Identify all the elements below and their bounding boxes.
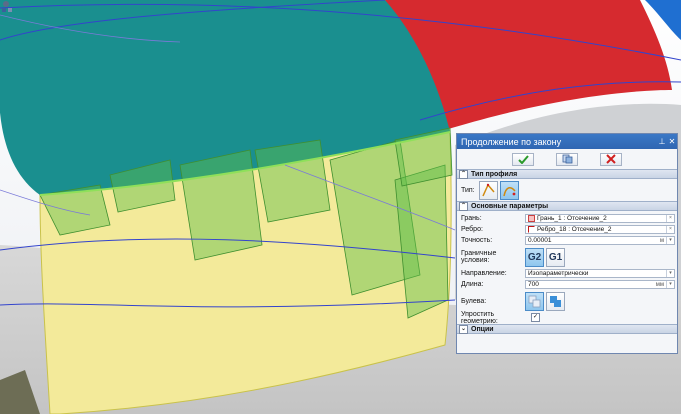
profile-curve-icon — [503, 186, 516, 196]
preview-icon — [562, 154, 572, 164]
close-icon[interactable]: ✕ — [667, 137, 677, 147]
edge-field[interactable]: Ребро_18 : Отсечение_2 × — [525, 225, 675, 234]
profile-type-button-1[interactable] — [479, 180, 498, 200]
g1-button[interactable]: G1 — [546, 247, 565, 267]
clear-edge-icon[interactable]: × — [666, 226, 674, 233]
direction-row: Направление: Изопараметрически ▾ — [457, 268, 677, 279]
profile-linear-icon — [482, 183, 495, 196]
simplify-row: Упростить геометрию: ✓ — [457, 310, 677, 325]
extend-by-law-panel: Продолжение по закону ⊥ ✕ ⌃ Тип профиля … — [456, 133, 678, 354]
precision-unit: м — [659, 237, 664, 244]
check-icon — [517, 154, 529, 164]
edge-label: Ребро: — [461, 226, 483, 233]
profile-type-section[interactable]: ⌃ Тип профиля — [457, 169, 677, 179]
ok-button[interactable] — [512, 152, 534, 166]
boolean-union-icon — [550, 295, 561, 307]
clear-face-icon[interactable]: × — [666, 215, 674, 222]
panel-title: Продолжение по закону — [461, 136, 562, 147]
length-input[interactable]: 700 мм ▾ — [525, 280, 675, 289]
edge-value: Ребро_18 : Отсечение_2 — [537, 226, 612, 233]
pin-icon[interactable]: ⊥ — [657, 137, 667, 147]
panel-titlebar: Продолжение по закону ⊥ ✕ — [457, 134, 677, 149]
cross-icon — [606, 154, 616, 164]
boolean-union-button[interactable] — [546, 291, 565, 311]
simplify-label: Упростить геометрию: — [461, 310, 498, 325]
length-spin-icon[interactable]: ▾ — [666, 281, 674, 288]
precision-row: Точность: 0.00001 м ▾ — [457, 235, 677, 246]
direction-label: Направление: — [461, 270, 507, 277]
boolean-none-button[interactable] — [525, 291, 544, 311]
chevron-down-icon[interactable]: ▾ — [666, 270, 674, 277]
profile-type-row: Тип: — [457, 179, 677, 201]
main-params-section[interactable]: ⌃ Основные параметры — [457, 201, 677, 211]
chevron-up-icon[interactable]: ⌃ — [459, 201, 468, 211]
cancel-button[interactable] — [600, 152, 622, 166]
boundary-row: Граничные условия: G2 G1 — [457, 246, 677, 268]
chevron-up-icon[interactable]: ⌃ — [459, 169, 468, 179]
edge-row: Ребро: Ребро_18 : Отсечение_2 × — [457, 224, 677, 235]
direction-select[interactable]: Изопараметрически ▾ — [525, 269, 675, 278]
precision-spin-icon[interactable]: ▾ — [666, 237, 674, 244]
simplify-checkbox[interactable]: ✓ — [531, 313, 540, 322]
face-row: Грань: Грань_1 : Отсечение_2 × — [457, 213, 677, 224]
app-corner-icon[interactable] — [0, 0, 14, 14]
boolean-none-icon — [528, 295, 541, 307]
face-field[interactable]: Грань_1 : Отсечение_2 × — [525, 214, 675, 223]
precision-input[interactable]: 0.00001 м ▾ — [525, 236, 675, 245]
length-unit: мм — [655, 281, 664, 288]
direction-value: Изопараметрически — [528, 270, 589, 277]
length-label: Длина: — [461, 281, 484, 288]
length-value: 700 — [528, 281, 539, 288]
main-params-title: Основные параметры — [471, 202, 549, 210]
edge-icon — [528, 226, 535, 233]
precision-label: Точность: — [461, 237, 493, 244]
boolean-row: Булева: — [457, 290, 677, 312]
preview-button[interactable] — [556, 152, 578, 166]
options-title: Опции — [471, 325, 494, 333]
profile-type-title: Тип профиля — [471, 170, 518, 178]
boolean-label: Булева: — [461, 297, 487, 305]
g2-button[interactable]: G2 — [525, 247, 544, 267]
boundary-label: Граничные условия: — [461, 250, 497, 264]
face-icon — [528, 215, 535, 222]
type-label: Тип: — [461, 186, 475, 194]
options-section[interactable]: ⌄ Опции — [457, 324, 677, 334]
profile-type-button-2[interactable] — [500, 180, 519, 200]
face-value: Грань_1 : Отсечение_2 — [537, 215, 607, 222]
face-label: Грань: — [461, 215, 482, 222]
chevron-down-icon[interactable]: ⌄ — [459, 324, 468, 334]
precision-value: 0.00001 — [528, 237, 552, 244]
length-row: Длина: 700 мм ▾ — [457, 279, 677, 290]
action-bar — [457, 149, 677, 169]
